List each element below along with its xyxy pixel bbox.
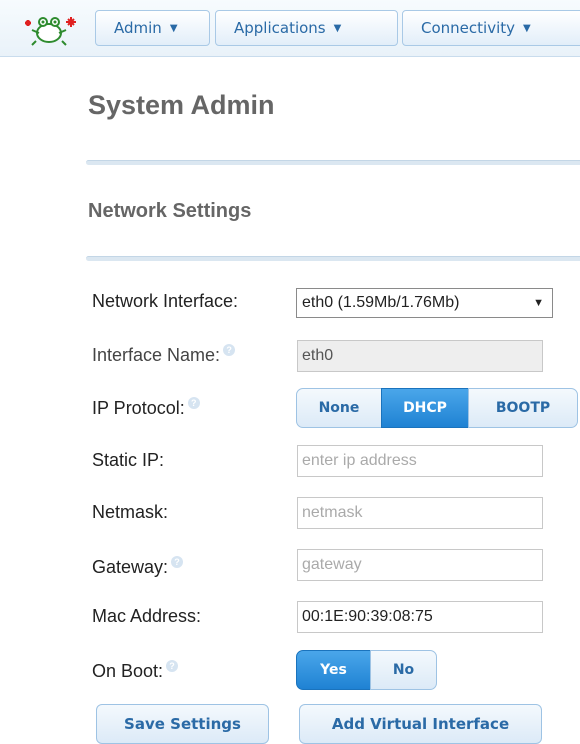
- nav-admin-menu[interactable]: Admin ▼: [95, 10, 210, 46]
- help-icon[interactable]: ?: [223, 344, 236, 356]
- interface-name-label: Interface Name:?: [92, 344, 236, 366]
- help-icon[interactable]: ?: [187, 397, 200, 409]
- divider: [86, 160, 580, 165]
- nav-applications-label: Applications: [234, 19, 326, 37]
- gateway-label-text: Gateway:: [92, 557, 169, 577]
- help-icon[interactable]: ?: [171, 556, 184, 568]
- interface-name-label-text: Interface Name:: [92, 345, 221, 365]
- chevron-down-icon: ▼: [523, 23, 531, 34]
- section-title: Network Settings: [88, 200, 252, 222]
- on-boot-label: On Boot:?: [92, 660, 179, 682]
- on-boot-label-text: On Boot:: [92, 661, 164, 681]
- ip-protocol-dhcp-button[interactable]: DHCP: [381, 388, 469, 428]
- netmask-field[interactable]: [297, 497, 543, 529]
- dropdown-arrow-icon: ▼: [533, 297, 544, 309]
- ip-protocol-label: IP Protocol:?: [92, 397, 200, 419]
- chevron-down-icon: ▼: [169, 23, 178, 34]
- on-boot-yes-button[interactable]: Yes: [296, 650, 371, 690]
- save-settings-button[interactable]: Save Settings: [96, 704, 269, 744]
- network-interface-value: eth0 (1.59Mb/1.76Mb): [302, 294, 460, 311]
- frog-logo-icon[interactable]: [22, 11, 80, 47]
- ip-protocol-label-text: IP Protocol:: [92, 398, 185, 418]
- nav-connectivity-label: Connectivity: [421, 19, 515, 37]
- static-ip-field[interactable]: [297, 445, 543, 477]
- network-interface-label: Network Interface:: [92, 291, 239, 311]
- divider: [86, 256, 580, 261]
- mac-address-label: Mac Address:: [92, 606, 202, 626]
- gateway-field[interactable]: [297, 549, 543, 581]
- nav-applications-menu[interactable]: Applications ▼: [215, 10, 398, 46]
- static-ip-label: Static IP:: [92, 450, 165, 470]
- add-virtual-interface-button[interactable]: Add Virtual Interface: [299, 704, 542, 744]
- page-title: System Admin: [88, 90, 275, 120]
- netmask-label: Netmask:: [92, 502, 169, 522]
- gateway-label: Gateway:?: [92, 556, 184, 578]
- ip-protocol-bootp-button[interactable]: BOOTP: [468, 388, 578, 428]
- on-boot-no-button[interactable]: No: [370, 650, 437, 690]
- interface-name-field[interactable]: [297, 340, 543, 372]
- top-navigation-bar: Admin ▼ Applications ▼ Connectivity ▼: [0, 0, 580, 57]
- network-interface-select[interactable]: eth0 (1.59Mb/1.76Mb) ▼: [296, 288, 553, 318]
- mac-address-field[interactable]: [297, 601, 543, 633]
- nav-connectivity-menu[interactable]: Connectivity ▼: [402, 10, 580, 46]
- nav-admin-label: Admin: [114, 19, 162, 37]
- chevron-down-icon: ▼: [333, 23, 342, 34]
- help-icon[interactable]: ?: [166, 660, 179, 672]
- ip-protocol-none-button[interactable]: None: [296, 388, 382, 428]
